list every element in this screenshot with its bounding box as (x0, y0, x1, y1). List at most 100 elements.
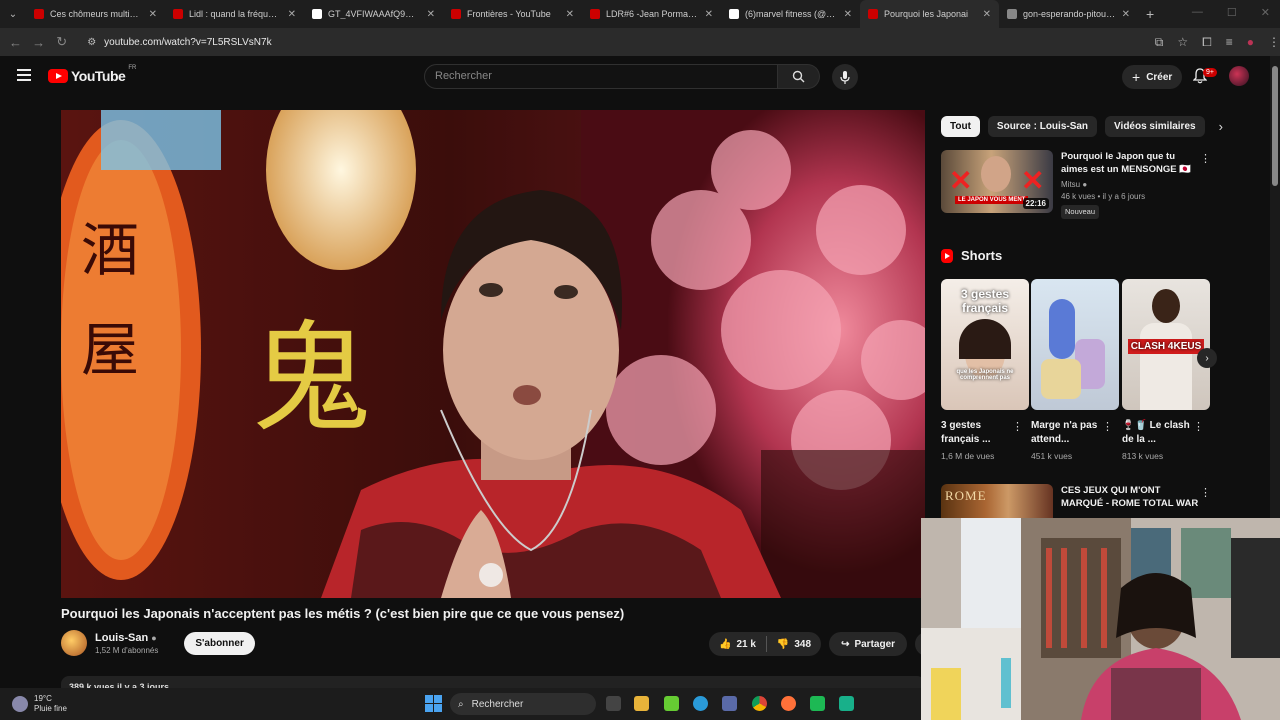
chip-source[interactable]: Source : Louis-San (987, 116, 1098, 137)
tab-close-icon[interactable]: ✕ (566, 9, 574, 20)
recommended-thumbnail[interactable]: ROME (941, 484, 1053, 518)
windows-start-icon[interactable] (425, 695, 442, 712)
file-explorer-icon[interactable] (634, 696, 649, 711)
subscribe-button[interactable]: S'abonner (184, 631, 255, 655)
short-views: 1,6 M de vues (941, 451, 995, 461)
share-button[interactable]: ↪ Partager (829, 632, 908, 656)
browser-tab[interactable]: Pourquoi les Japonai ✕ (860, 0, 999, 28)
tab-title: Pourquoi les Japonai (884, 9, 969, 19)
nvidia-icon[interactable] (664, 696, 679, 711)
short-item[interactable]: 3 gestes français que les Japonais ne co… (941, 279, 1029, 461)
create-button[interactable]: + Créer (1122, 65, 1183, 89)
kebab-menu-icon[interactable]: ⋮ (1200, 486, 1211, 499)
like-button[interactable]: 👍 21 k (709, 639, 766, 650)
close-window-icon[interactable]: ✕ (1261, 6, 1270, 19)
recommended-channel[interactable]: Mitsu (1061, 180, 1080, 189)
task-view-icon[interactable] (606, 696, 621, 711)
browser-tab[interactable]: gon-esperando-pitou.jpg ✕ (999, 0, 1138, 28)
media-icon[interactable]: ≡ (1226, 35, 1233, 50)
recommended-video[interactable]: ROME CES JEUX QUI M'ONT MARQUÉ - ROME TO… (941, 484, 1211, 518)
short-item[interactable]: Marge n'a pas attend... 451 k vues ⋮ (1031, 279, 1119, 461)
video-actions: 👍 21 k 👎 348 ↪ Partager ⋯ (709, 632, 940, 656)
short-title[interactable]: 🍷🥤 Le clash de la ... (1122, 419, 1194, 447)
browser-tab[interactable]: (6)marvel fitness (@marv ✕ (721, 0, 860, 28)
firefox-icon[interactable] (781, 696, 796, 711)
browser-tab[interactable]: GT_4VFIWAAAfQ9C.jpg:la ✕ (304, 0, 443, 28)
tab-close-icon[interactable]: ✕ (288, 9, 296, 20)
shorts-next-button[interactable]: › (1197, 348, 1217, 368)
dislike-button[interactable]: 👎 348 (767, 639, 821, 650)
recommended-thumbnail[interactable]: ✕ ✕ LE JAPON VOUS MENT 22:16 (941, 150, 1053, 213)
weather-widget[interactable]: 19°C Pluie fine (12, 694, 67, 714)
browser-tab[interactable]: Frontières - YouTube ✕ (443, 0, 582, 28)
search-button[interactable] (778, 64, 820, 89)
taskbar-search[interactable]: ⌕ Rechercher (450, 693, 596, 715)
reload-icon[interactable]: ↻ (50, 34, 73, 50)
kebab-menu-icon[interactable]: ⋮ (1012, 420, 1023, 433)
forward-icon[interactable]: → (27, 35, 50, 50)
short-title[interactable]: 3 gestes français ... (941, 419, 1013, 447)
tab-close-icon[interactable]: ✕ (844, 9, 852, 20)
short-thumbnail[interactable] (1031, 279, 1119, 410)
voice-search-button[interactable] (832, 64, 858, 90)
channel-name-row[interactable]: Louis-San ● (95, 632, 158, 644)
share-icon: ↪ (841, 638, 850, 650)
extensions-icon[interactable]: ⧠ (1202, 35, 1212, 50)
search-input[interactable]: Rechercher (424, 64, 778, 89)
youtube-logo[interactable]: YouTube FR (48, 65, 137, 84)
scroll-thumb[interactable] (1272, 66, 1278, 186)
store-icon[interactable] (722, 696, 737, 711)
recommended-video[interactable]: ✕ ✕ LE JAPON VOUS MENT 22:16 Pourquoi le… (941, 150, 1211, 219)
video-player[interactable]: 酒 屋 鬼 (61, 110, 925, 598)
profile-icon[interactable]: ● (1247, 35, 1254, 50)
browser-tab[interactable]: Ces chômeurs multipliert ✕ (26, 0, 165, 28)
verified-icon: ● (151, 632, 157, 643)
browser-menu-icon[interactable]: ⋮ (1268, 35, 1280, 50)
recommended-title[interactable]: CES JEUX QUI M'ONT MARQUÉ - ROME TOTAL W… (1061, 484, 1201, 518)
edge-icon[interactable] (693, 696, 708, 711)
minimize-icon[interactable]: — (1192, 6, 1203, 19)
maximize-icon[interactable]: ☐ (1227, 6, 1237, 19)
account-avatar[interactable] (1229, 66, 1249, 86)
microphone-icon (840, 70, 850, 84)
short-title[interactable]: Marge n'a pas attend... (1031, 419, 1103, 447)
tab-close-icon[interactable]: ✕ (705, 9, 713, 20)
spotify-icon[interactable] (810, 696, 825, 711)
kebab-menu-icon[interactable]: ⋮ (1200, 152, 1211, 165)
thumb-overlay-text: LE JAPON VOUS MENT (955, 196, 1029, 204)
back-icon[interactable]: ← (4, 35, 27, 50)
recommended-title[interactable]: Pourquoi le Japon que tu aimes est un ME… (1061, 150, 1201, 176)
region-code: FR (128, 65, 137, 71)
kebab-menu-icon[interactable]: ⋮ (1102, 420, 1113, 433)
kebab-menu-icon[interactable]: ⋮ (1193, 420, 1204, 433)
chevron-right-icon[interactable]: › (1219, 119, 1223, 134)
menu-icon[interactable] (17, 69, 31, 81)
tab-close-icon[interactable]: ✕ (983, 9, 991, 20)
site-info-icon[interactable]: ⚙ (87, 37, 96, 48)
cast-icon[interactable]: ⧉ (1155, 35, 1164, 50)
app-icon[interactable] (839, 696, 854, 711)
tab-search-icon[interactable]: ⌄ (0, 0, 26, 28)
tab-close-icon[interactable]: ✕ (1122, 9, 1130, 20)
dislike-count: 348 (794, 638, 812, 650)
chip-similar[interactable]: Vidéos similaires (1105, 116, 1205, 137)
tab-close-icon[interactable]: ✕ (149, 9, 157, 20)
short-thumbnail[interactable]: 3 gestes français que les Japonais ne co… (941, 279, 1029, 410)
short-thumbnail[interactable]: CLASH 4KEUS (1122, 279, 1210, 410)
short-item[interactable]: CLASH 4KEUS 🍷🥤 Le clash de la ... 813 k … (1122, 279, 1210, 461)
tab-close-icon[interactable]: ✕ (427, 9, 435, 20)
search-bar: Rechercher (424, 64, 820, 89)
url-field[interactable]: ⚙ youtube.com/watch?v=7L5RSLVsN7k (87, 31, 1135, 53)
new-tab-button[interactable]: + (1138, 6, 1162, 22)
chip-all[interactable]: Tout (941, 116, 980, 137)
chrome-icon[interactable] (752, 696, 767, 711)
browser-tab[interactable]: Lidl : quand la fréquence ✕ (165, 0, 304, 28)
taskbar-search-label: Rechercher (471, 698, 524, 710)
weather-desc: Pluie fine (34, 704, 67, 713)
bookmark-star-icon[interactable]: ☆ (1177, 35, 1188, 50)
shorts-icon (941, 248, 953, 263)
channel-name[interactable]: Louis-San (95, 632, 148, 644)
notification-badge: 9+ (1203, 68, 1217, 77)
browser-tab[interactable]: LDR#6 -Jean Pormanove ✕ (582, 0, 721, 28)
channel-avatar[interactable] (61, 630, 87, 656)
